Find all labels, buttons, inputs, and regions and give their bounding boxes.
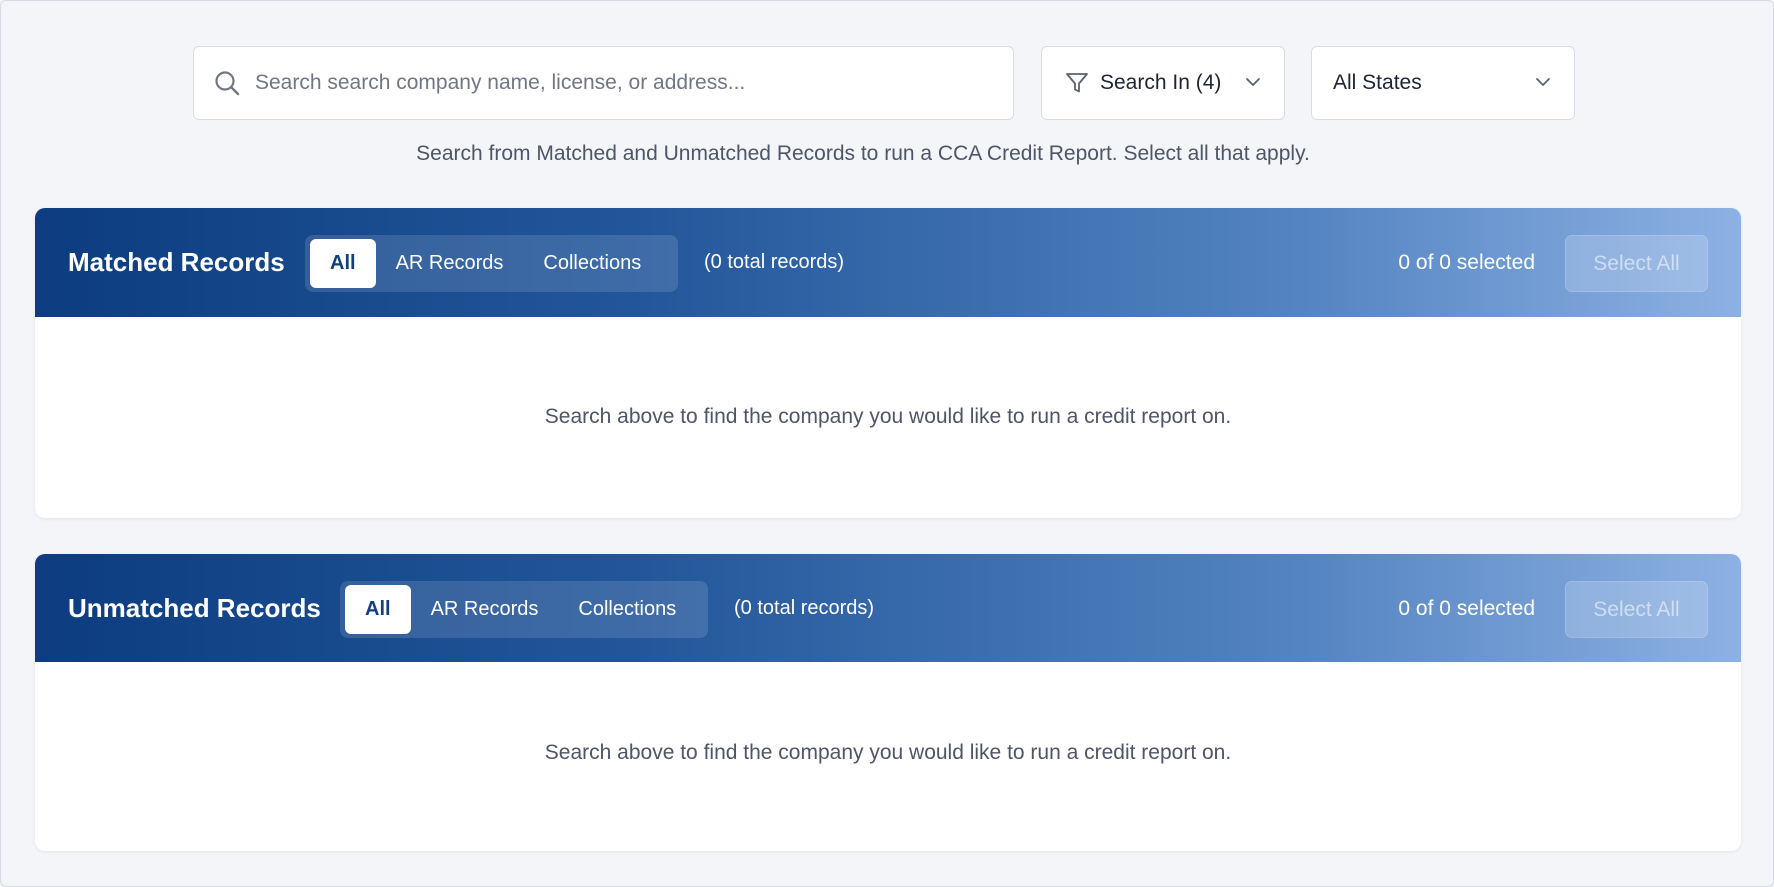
record-type-tabs: All AR Records Collections <box>340 581 708 638</box>
tab-ar-records[interactable]: AR Records <box>411 585 559 634</box>
search-in-label: Search In (4) <box>1100 71 1222 94</box>
search-box[interactable] <box>193 46 1014 120</box>
empty-state-message: Search above to find the company you wou… <box>544 741 1232 764</box>
matched-records-panel: Matched Records All AR Records Collectio… <box>35 208 1741 518</box>
empty-state-message: Search above to find the company you wou… <box>544 405 1232 428</box>
tab-collections[interactable]: Collections <box>558 585 696 634</box>
search-in-filter-button[interactable]: Search In (4) <box>1041 46 1285 120</box>
search-icon <box>213 69 241 97</box>
tab-all[interactable]: All <box>345 585 411 634</box>
selected-count: 0 of 0 selected <box>1398 251 1535 274</box>
total-records-count: (0 total records) <box>704 251 845 273</box>
search-input[interactable] <box>255 71 975 95</box>
state-select-value: All States <box>1333 71 1422 94</box>
state-select[interactable]: All States <box>1311 46 1575 120</box>
unmatched-records-panel: Unmatched Records All AR Records Collect… <box>35 554 1741 851</box>
tab-all[interactable]: All <box>310 239 376 288</box>
record-type-tabs: All AR Records Collections <box>305 235 678 292</box>
select-all-button[interactable]: Select All <box>1565 581 1708 638</box>
panel-title: Unmatched Records <box>68 593 321 623</box>
search-hint: Search from Matched and Unmatched Record… <box>416 142 1310 165</box>
total-records-count: (0 total records) <box>734 597 875 619</box>
tab-ar-records[interactable]: AR Records <box>376 239 524 288</box>
app-frame: Search In (4) All States Search from Mat… <box>0 0 1774 887</box>
chevron-down-icon <box>1534 73 1552 96</box>
tab-collections[interactable]: Collections <box>523 239 661 288</box>
chevron-down-icon <box>1244 73 1262 96</box>
filter-icon <box>1064 70 1090 96</box>
selected-count: 0 of 0 selected <box>1398 597 1535 620</box>
panel-title: Matched Records <box>68 247 285 277</box>
select-all-button[interactable]: Select All <box>1565 235 1708 292</box>
